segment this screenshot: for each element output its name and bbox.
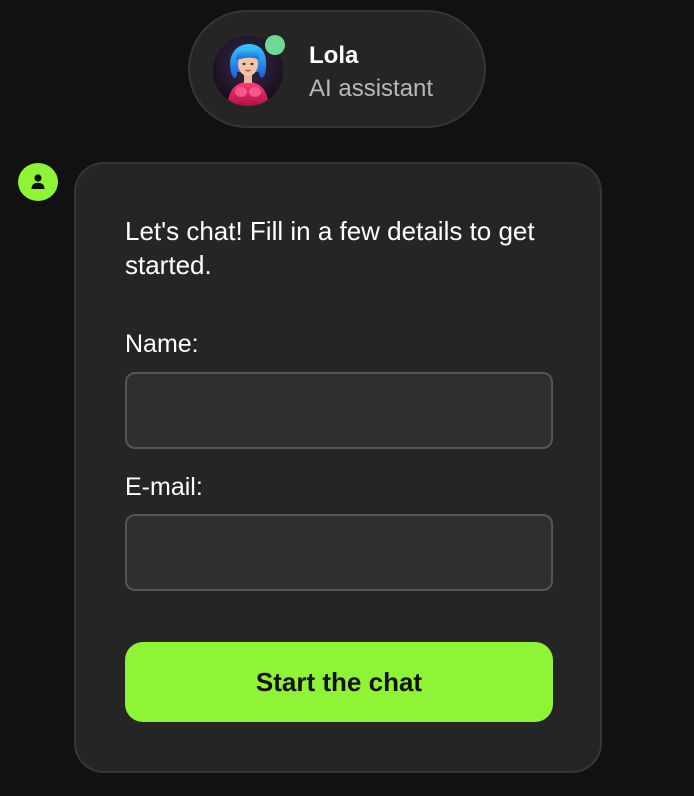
user-icon	[18, 163, 58, 201]
email-input[interactable]	[125, 514, 553, 591]
agent-header: Lola AI assistant	[188, 10, 486, 128]
agent-role: AI assistant	[309, 75, 434, 102]
name-label: Name:	[125, 330, 199, 358]
email-label: E-mail:	[125, 473, 203, 501]
prechat-form-card: Let's chat! Fill in a few details to get…	[74, 162, 602, 773]
agent-name: Lola	[309, 42, 359, 69]
chat-widget: Lola AI assistant Let's chat! Fill in a …	[0, 0, 694, 796]
user-glyph	[31, 174, 45, 189]
form-intro-text: Let's chat! Fill in a few details to get…	[125, 216, 535, 280]
start-chat-button[interactable]: Start the chat	[125, 642, 553, 722]
name-input[interactable]	[125, 372, 553, 449]
agent-avatar-container	[213, 35, 285, 106]
online-status-indicator	[265, 35, 285, 55]
